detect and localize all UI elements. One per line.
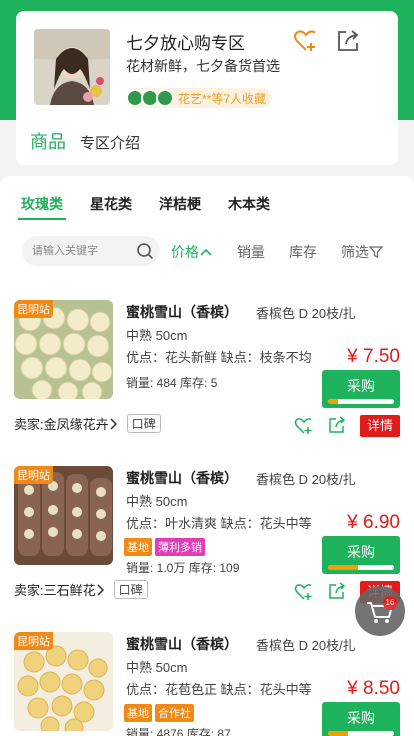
- product-grade: 中熟 50cm: [126, 494, 188, 509]
- reputation-tag[interactable]: 口碑: [113, 580, 148, 599]
- favorite-add-icon[interactable]: [292, 27, 320, 55]
- cart-count-badge: 16: [383, 596, 397, 610]
- product-description: 优点：花头新鲜 缺点：枝条不均: [126, 350, 312, 365]
- product-image[interactable]: 昆明站: [14, 466, 113, 565]
- product-spec: 香槟色 D 20枝/扎: [256, 306, 356, 321]
- buy-button[interactable]: 采购: [322, 536, 400, 574]
- site-tag: 昆明站: [14, 466, 53, 484]
- reputation-tag[interactable]: 口碑: [126, 414, 161, 433]
- product-spec: 香槟色 D 20枝/扎: [256, 638, 356, 653]
- product-image[interactable]: 昆明站: [14, 300, 113, 399]
- zone-tabs: 商品 专区介绍: [30, 128, 140, 154]
- badge-cooperative: 合作社: [155, 704, 194, 722]
- favorites-summary[interactable]: 花艺**等7人收藏: [126, 88, 273, 108]
- product-price: ¥ 8.50: [347, 678, 400, 699]
- buy-button-label: 采购: [347, 544, 375, 560]
- product-name: 蜜桃雪山（香槟）: [126, 304, 238, 320]
- stock-progress-bar: [328, 565, 394, 570]
- category-tab-woody[interactable]: 木本类: [225, 194, 273, 220]
- chevron-right-icon: [97, 583, 104, 596]
- product-description: 优点：叶水清爽 缺点：花头中等: [126, 516, 312, 531]
- filter-icon: [369, 246, 383, 258]
- search-box: [22, 236, 160, 266]
- stock-progress-bar: [328, 731, 394, 736]
- seller-name[interactable]: 卖家:三石鲜花: [14, 580, 96, 599]
- sort-bar: 价格 销量 库存 筛选: [171, 242, 383, 262]
- seller-row[interactable]: 卖家:三石鲜花 口碑: [14, 580, 148, 599]
- category-tabs: 玫瑰类 星花类 洋桔梗 木本类: [18, 194, 294, 220]
- zone-header-card: 七夕放心购专区 花材新鲜，七夕备货首选 花艺**等7人收藏 商品 专区介绍: [16, 11, 398, 165]
- search-input[interactable]: [32, 245, 132, 257]
- product-name: 蜜桃雪山（香槟）: [126, 636, 238, 652]
- product-stats: 销量: 1.0万 库存: 109: [126, 561, 240, 575]
- zone-title: 七夕放心购专区: [126, 34, 245, 53]
- product-stats: 销量: 484 库存: 5: [126, 376, 218, 390]
- tab-zone-intro[interactable]: 专区介绍: [80, 132, 140, 153]
- tab-products[interactable]: 商品: [30, 128, 66, 154]
- favorite-user-avatar: [156, 89, 174, 107]
- stock-progress-fill: [328, 565, 358, 570]
- favorites-avatars: [126, 89, 174, 107]
- detail-button[interactable]: 详情: [360, 415, 400, 437]
- stock-progress-fill: [328, 399, 338, 404]
- cart-icon: [367, 602, 393, 623]
- seller-row[interactable]: 卖家:金凤缘花卉 口碑: [14, 414, 161, 433]
- cart-button[interactable]: 16: [355, 586, 405, 636]
- stock-progress-fill: [328, 731, 348, 736]
- category-tab-lisianthus[interactable]: 洋桔梗: [156, 194, 204, 220]
- product-card[interactable]: 昆明站 蜜桃雪山（香槟） 香槟色 D 20枝/扎 中熟 50cm 优点：叶水清爽…: [0, 454, 414, 620]
- badge-promo: 薄利多销: [155, 538, 205, 556]
- share-icon[interactable]: [334, 27, 362, 55]
- buy-button-label: 采购: [347, 710, 375, 726]
- chevron-up-icon: [200, 248, 212, 256]
- product-card[interactable]: 昆明站 蜜桃雪山（香槟） 香槟色 D 20枝/扎 中熟 50cm 优点：花头新鲜…: [0, 288, 414, 454]
- product-card[interactable]: 昆明站 蜜桃雪山（香槟） 香槟色 D 20枝/扎 中熟 50cm 优点：花苞色正…: [0, 620, 414, 736]
- product-price: ¥ 7.50: [347, 346, 400, 367]
- stock-progress-bar: [328, 399, 394, 404]
- category-tab-star-flowers[interactable]: 星花类: [87, 194, 135, 220]
- search-icon[interactable]: [136, 242, 154, 260]
- product-grade: 中熟 50cm: [126, 328, 188, 343]
- product-spec: 香槟色 D 20枝/扎: [256, 472, 356, 487]
- buy-button-label: 采购: [347, 378, 375, 394]
- site-tag: 昆明站: [14, 632, 53, 650]
- favorite-add-icon[interactable]: [294, 582, 314, 602]
- badge-base: 基地: [124, 538, 152, 556]
- product-grade: 中熟 50cm: [126, 660, 188, 675]
- zone-subtitle: 花材新鲜，七夕备货首选: [126, 58, 280, 74]
- seller-name[interactable]: 卖家:金凤缘花卉: [14, 414, 109, 433]
- buy-button[interactable]: 采购: [322, 370, 400, 408]
- favorite-add-icon[interactable]: [294, 416, 314, 436]
- badge-base: 基地: [124, 704, 152, 722]
- favorites-text: 花艺**等7人收藏: [178, 91, 267, 106]
- category-tab-roses[interactable]: 玫瑰类: [18, 194, 66, 220]
- buy-button[interactable]: 采购: [322, 702, 400, 736]
- sort-stock[interactable]: 库存: [289, 242, 317, 262]
- share-icon[interactable]: [328, 416, 346, 434]
- product-name: 蜜桃雪山（香槟）: [126, 470, 238, 486]
- site-tag: 昆明站: [14, 300, 53, 318]
- share-icon[interactable]: [328, 582, 346, 600]
- product-stats: 销量: 4876 库存: 87: [126, 727, 231, 736]
- sort-sales[interactable]: 销量: [237, 242, 265, 262]
- product-image[interactable]: 昆明站: [14, 632, 113, 731]
- product-badges: 基地 薄利多销: [124, 538, 208, 556]
- product-badges: 基地 合作社: [124, 704, 197, 722]
- sort-filter[interactable]: 筛选: [341, 242, 383, 262]
- product-price: ¥ 6.90: [347, 512, 400, 533]
- sort-price-label: 价格: [171, 244, 199, 260]
- chevron-right-icon: [110, 417, 117, 430]
- sort-filter-label: 筛选: [341, 244, 369, 260]
- zone-avatar: [34, 29, 110, 105]
- sort-price[interactable]: 价格: [171, 242, 213, 262]
- product-description: 优点：花苞色正 缺点：花头中等: [126, 682, 312, 697]
